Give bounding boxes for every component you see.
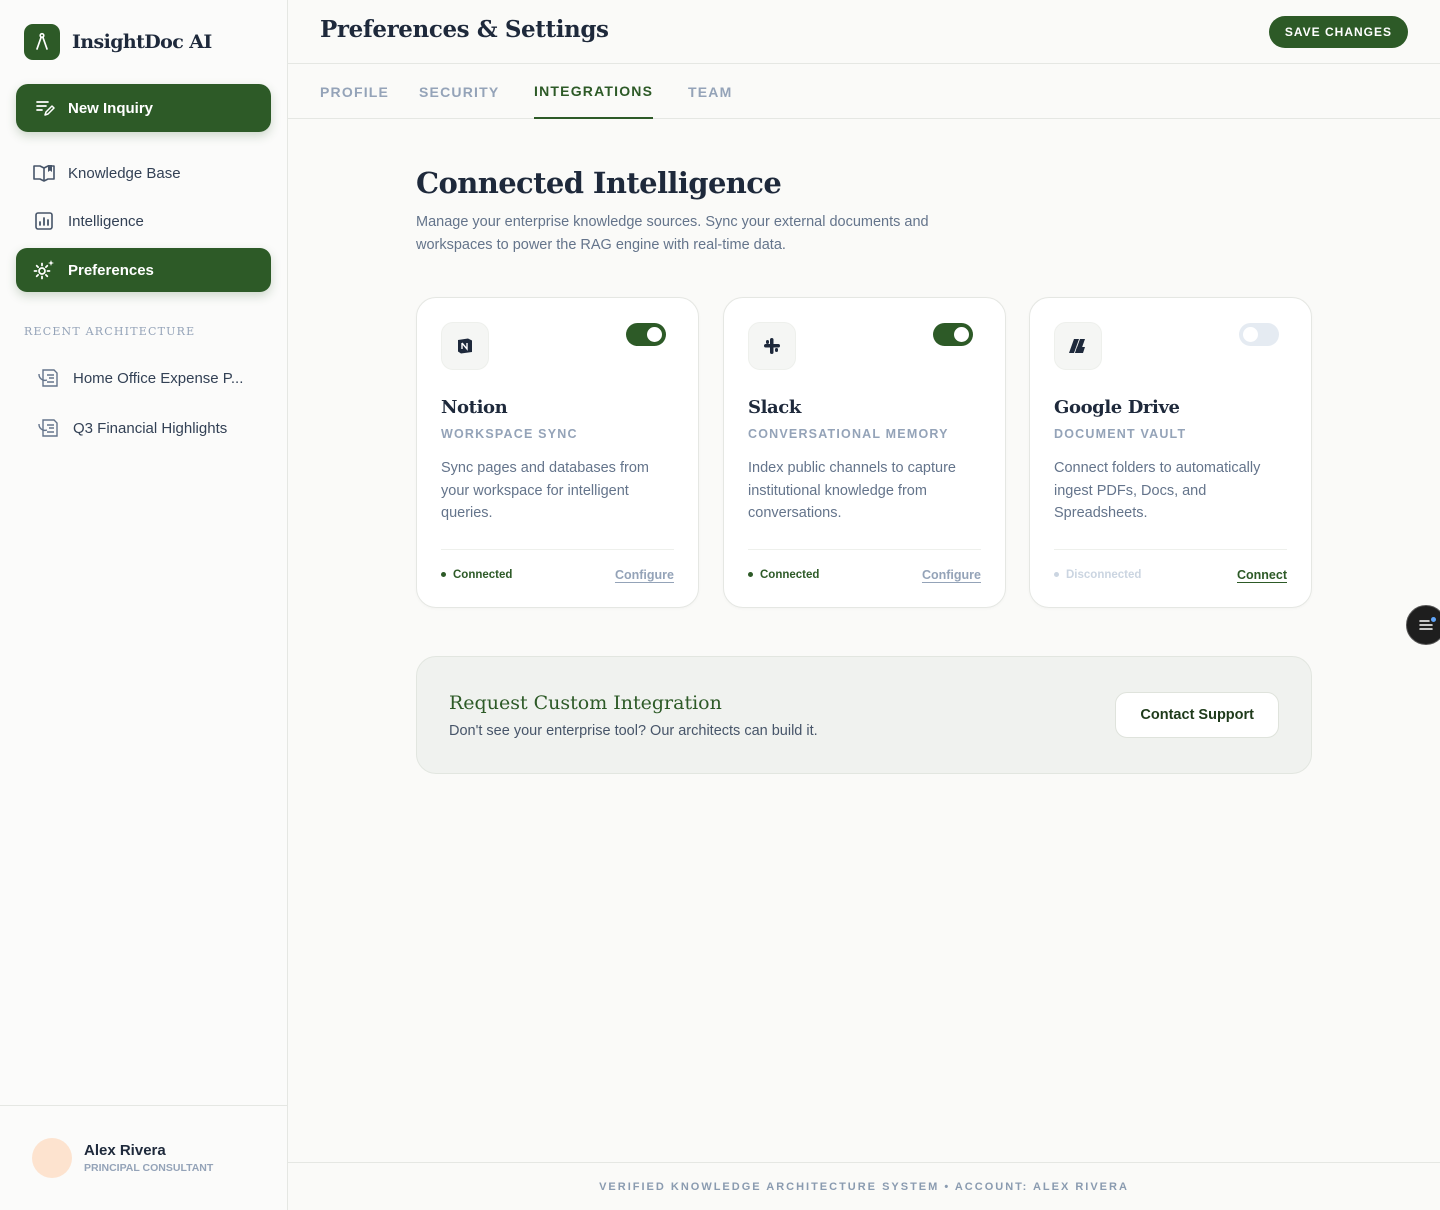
- brand[interactable]: InsightDoc AI: [24, 24, 212, 60]
- sidebar-item-label: Intelligence: [68, 212, 144, 230]
- floating-menu-button[interactable]: [1406, 605, 1440, 645]
- save-changes-button[interactable]: SAVE CHANGES: [1268, 16, 1408, 48]
- tab-profile[interactable]: PROFILE: [320, 64, 389, 119]
- sidebar-item-label: Knowledge Base: [68, 164, 181, 182]
- compass-icon: [24, 24, 60, 60]
- slack-toggle[interactable]: [933, 323, 973, 346]
- status-dot: [748, 572, 753, 577]
- sidebar-item-knowledge-base[interactable]: Knowledge Base: [16, 151, 271, 195]
- new-inquiry-label: New Inquiry: [68, 99, 154, 117]
- card-footer: Disconnected Connect: [1054, 549, 1287, 599]
- section-description: Manage your enterprise knowledge sources…: [416, 214, 929, 253]
- brand-name: InsightDoc AI: [72, 31, 212, 53]
- integration-name: Notion: [441, 397, 508, 418]
- header: Preferences & Settings SAVE CHANGES: [288, 0, 1440, 64]
- status-dot: [441, 572, 446, 577]
- recent-item-home-office[interactable]: Home Office Expense P...: [24, 358, 264, 398]
- integration-description: Sync pages and databases from your works…: [441, 460, 649, 521]
- tab-team[interactable]: TEAM: [688, 64, 732, 119]
- card-footer: Connected Configure: [441, 549, 674, 599]
- document-history-icon: [38, 417, 60, 439]
- user-role: PRINCIPAL CONSULTANT: [84, 1162, 214, 1174]
- tab-integrations[interactable]: INTEGRATIONS: [534, 64, 654, 119]
- connect-link[interactable]: Connect: [1237, 568, 1287, 582]
- toggle-knob: [1243, 327, 1258, 342]
- edit-list-icon: [34, 97, 56, 119]
- status-text: Connected: [760, 568, 820, 581]
- integration-name: Slack: [748, 397, 801, 418]
- user-profile[interactable]: Alex Rivera PRINCIPAL CONSULTANT: [0, 1105, 287, 1210]
- settings-tabs: PROFILE SECURITY INTEGRATIONS TEAM: [288, 64, 1440, 119]
- card-footer: Connected Configure: [748, 549, 981, 599]
- status-dot: [1054, 572, 1059, 577]
- status-text: Disconnected: [1066, 568, 1142, 581]
- recent-item-q3-financial[interactable]: Q3 Financial Highlights: [24, 408, 264, 448]
- slack-icon: [748, 322, 796, 370]
- integration-description: Index public channels to capture institu…: [748, 460, 956, 521]
- new-inquiry-button[interactable]: New Inquiry: [16, 84, 271, 132]
- recent-section-label: Recent Architecture: [24, 325, 196, 338]
- notification-dot: [1431, 617, 1436, 622]
- document-history-icon: [38, 367, 60, 389]
- integration-subtitle: DOCUMENT VAULT: [1054, 427, 1187, 441]
- toggle-knob: [647, 327, 662, 342]
- tab-security[interactable]: SECURITY: [419, 64, 499, 119]
- recent-item-label: Q3 Financial Highlights: [73, 419, 228, 437]
- integration-name: Google Drive: [1054, 397, 1180, 418]
- drive-icon: [1054, 322, 1102, 370]
- integration-subtitle: CONVERSATIONAL MEMORY: [748, 427, 949, 441]
- settings-sparkle-icon: [32, 258, 56, 282]
- integration-subtitle: WORKSPACE SYNC: [441, 427, 578, 441]
- status-badge: Connected: [441, 569, 512, 581]
- footer: VERIFIED KNOWLEDGE ARCHITECTURE SYSTEM •…: [288, 1162, 1440, 1210]
- book-icon: [32, 161, 56, 185]
- custom-integration-banner: Request Custom Integration Don't see you…: [416, 656, 1312, 774]
- chart-icon: [32, 209, 56, 233]
- sidebar: InsightDoc AI New Inquiry Knowledge Base…: [0, 0, 288, 1210]
- sidebar-item-label: Preferences: [68, 261, 154, 279]
- section-title: Connected Intelligence: [416, 166, 782, 200]
- custom-integration-title: Request Custom Integration: [449, 692, 722, 714]
- avatar: [32, 1138, 72, 1178]
- configure-link[interactable]: Configure: [615, 568, 674, 582]
- page-title: Preferences & Settings: [320, 16, 609, 43]
- user-name: Alex Rivera: [84, 1142, 166, 1159]
- integration-card-notion: Notion WORKSPACE SYNC Sync pages and dat…: [416, 297, 699, 608]
- status-text: Connected: [453, 568, 513, 581]
- integration-description: Connect folders to automatically ingest …: [1054, 460, 1261, 521]
- status-badge: Disconnected: [1054, 569, 1141, 581]
- recent-item-label: Home Office Expense P...: [73, 369, 244, 387]
- notion-icon: [441, 322, 489, 370]
- integration-card-google-drive: Google Drive DOCUMENT VAULT Connect fold…: [1029, 297, 1312, 608]
- status-badge: Connected: [748, 569, 819, 581]
- toggle-knob: [954, 327, 969, 342]
- integration-card-slack: Slack CONVERSATIONAL MEMORY Index public…: [723, 297, 1006, 608]
- sidebar-item-preferences[interactable]: Preferences: [16, 248, 271, 292]
- sidebar-item-intelligence[interactable]: Intelligence: [16, 199, 271, 243]
- contact-support-button[interactable]: Contact Support: [1115, 692, 1279, 738]
- configure-link[interactable]: Configure: [922, 568, 981, 582]
- custom-integration-description: Don't see your enterprise tool? Our arch…: [449, 723, 818, 739]
- notion-toggle[interactable]: [626, 323, 666, 346]
- google-drive-toggle[interactable]: [1239, 323, 1279, 346]
